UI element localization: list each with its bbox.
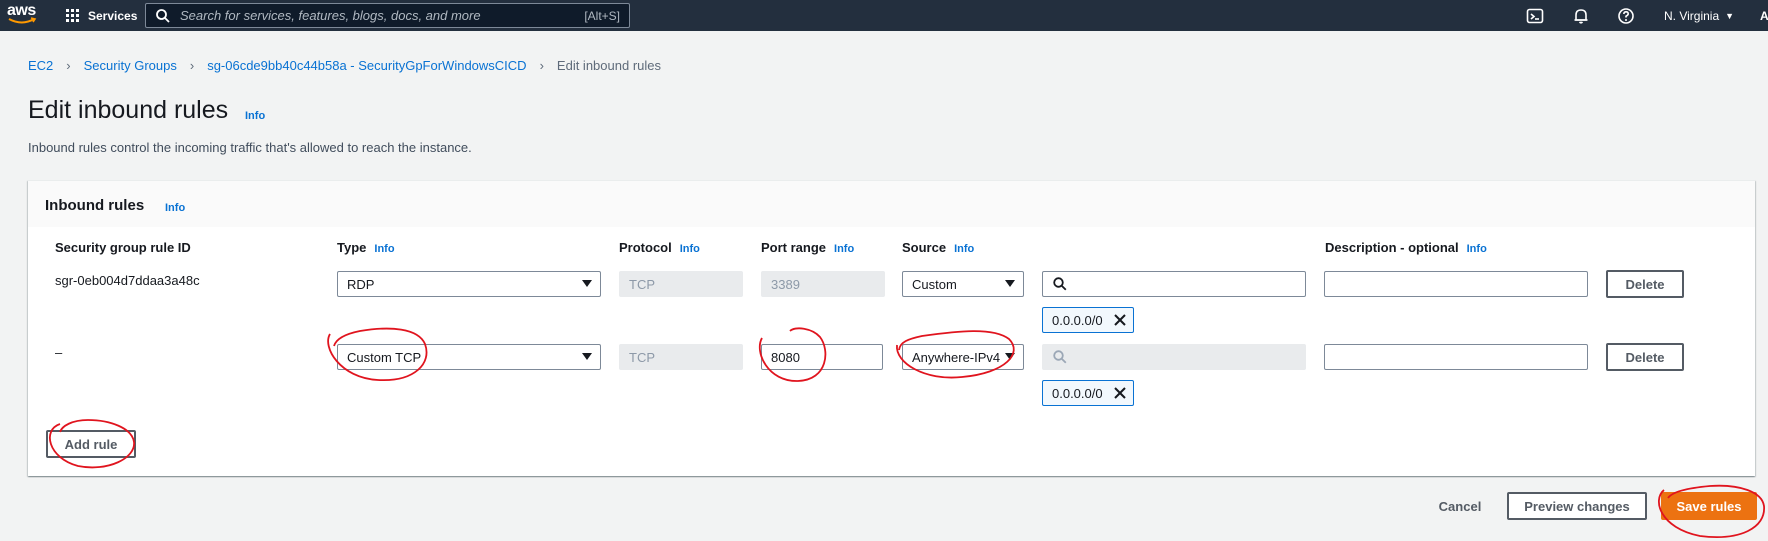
caret-down-icon: ▼ — [1725, 10, 1735, 21]
column-header-type: Type Info — [337, 240, 395, 255]
search-input[interactable]: Search for services, features, blogs, do… — [180, 8, 584, 23]
column-header-port-range: Port range Info — [761, 240, 854, 255]
source-select[interactable]: Anywhere-IPv4 — [902, 344, 1024, 370]
top-navigation: aws Services Search for services, featur… — [0, 0, 1768, 31]
breadcrumb-current: Edit inbound rules — [556, 58, 661, 73]
breadcrumb-ec2[interactable]: EC2 — [28, 58, 53, 73]
protocol-field: TCP — [619, 344, 743, 370]
aws-logo[interactable]: aws — [7, 3, 43, 27]
column-header-protocol: Protocol Info — [619, 240, 700, 255]
caret-down-icon — [582, 353, 592, 360]
services-grid-icon — [66, 9, 79, 22]
column-label: Security group rule ID — [55, 240, 191, 255]
breadcrumb-security-group[interactable]: sg-06cde9bb40c44b58a - SecurityGpForWind… — [207, 58, 526, 73]
chevron-right-icon: › — [539, 58, 544, 73]
page-info-link[interactable]: Info — [245, 110, 265, 122]
delete-button[interactable]: Delete — [1606, 343, 1684, 371]
search-icon — [1053, 277, 1067, 291]
chevron-right-icon: › — [66, 58, 71, 73]
search-shortcut: [Alt+S] — [584, 8, 620, 23]
source-value: Anywhere-IPv4 — [912, 349, 1001, 365]
rule-id: sgr-0eb004d7ddaa3a48c — [55, 273, 200, 288]
type-select[interactable]: RDP — [337, 271, 601, 297]
description-info-link[interactable]: Info — [1467, 243, 1487, 255]
description-input[interactable] — [1324, 344, 1588, 370]
preview-changes-button[interactable]: Preview changes — [1507, 492, 1647, 520]
cancel-button[interactable]: Cancel — [1430, 492, 1490, 520]
protocol-info-link[interactable]: Info — [680, 243, 700, 255]
page-description: Inbound rules control the incoming traff… — [28, 140, 472, 155]
delete-button[interactable]: Delete — [1606, 270, 1684, 298]
panel-title: Inbound rules — [45, 197, 145, 214]
description-input[interactable] — [1324, 271, 1588, 297]
page-title: Edit inbound rules — [28, 96, 229, 124]
services-menu[interactable]: Services — [66, 0, 137, 31]
region-selector[interactable]: N. Virginia ▼ — [1664, 0, 1734, 31]
column-label: Protocol — [619, 240, 672, 255]
caret-down-icon — [1005, 280, 1015, 287]
panel-header — [28, 181, 1755, 227]
cidr-value: 0.0.0.0/0 — [1052, 385, 1103, 401]
save-rules-button[interactable]: Save rules — [1661, 492, 1757, 520]
column-header-description: Description - optional Info — [1325, 240, 1487, 255]
column-label: Description - optional — [1325, 240, 1459, 255]
account-menu[interactable]: A — [1760, 9, 1768, 23]
type-info-link[interactable]: Info — [374, 243, 394, 255]
breadcrumb: EC2 › Security Groups › sg-06cde9bb40c44… — [28, 58, 661, 73]
port-range-info-link[interactable]: Info — [834, 243, 854, 255]
rule-id: – — [55, 345, 63, 360]
column-header-rule-id: Security group rule ID — [55, 240, 191, 255]
source-select[interactable]: Custom — [902, 271, 1024, 297]
cidr-token: 0.0.0.0/0 — [1042, 380, 1134, 406]
protocol-field: TCP — [619, 271, 743, 297]
add-rule-button[interactable]: Add rule — [46, 430, 136, 458]
source-search-input — [1042, 344, 1306, 370]
global-search[interactable]: Search for services, features, blogs, do… — [145, 3, 630, 28]
notifications-bell-icon[interactable] — [1572, 7, 1590, 25]
close-icon[interactable] — [1113, 313, 1127, 327]
panel-info-link[interactable]: Info — [165, 202, 185, 214]
port-range-field: 3389 — [761, 271, 885, 297]
column-label: Type — [337, 240, 367, 255]
column-label: Port range — [761, 240, 827, 255]
search-icon — [156, 8, 170, 23]
breadcrumb-security-groups[interactable]: Security Groups — [84, 58, 177, 73]
column-header-source: Source Info — [902, 240, 974, 255]
caret-down-icon — [582, 280, 592, 287]
type-value: Custom TCP — [347, 349, 422, 365]
cidr-value: 0.0.0.0/0 — [1052, 312, 1103, 328]
search-icon — [1053, 350, 1067, 364]
source-value: Custom — [912, 276, 957, 292]
services-label: Services — [88, 8, 138, 23]
type-select[interactable]: Custom TCP — [337, 344, 601, 370]
help-icon[interactable] — [1617, 7, 1635, 25]
source-info-link[interactable]: Info — [954, 243, 974, 255]
source-search-input[interactable] — [1042, 271, 1306, 297]
close-icon[interactable] — [1113, 386, 1127, 400]
port-range-input[interactable]: 8080 — [761, 344, 883, 370]
cloudshell-icon[interactable] — [1526, 7, 1544, 25]
region-label: N. Virginia — [1664, 8, 1720, 23]
type-value: RDP — [347, 276, 375, 292]
caret-down-icon — [1005, 353, 1015, 360]
cidr-token: 0.0.0.0/0 — [1042, 307, 1134, 333]
aws-smile-icon — [8, 17, 37, 24]
inbound-rules-panel: Inbound rules Info — [28, 180, 1755, 476]
chevron-right-icon: › — [189, 58, 195, 73]
column-label: Source — [902, 240, 947, 255]
